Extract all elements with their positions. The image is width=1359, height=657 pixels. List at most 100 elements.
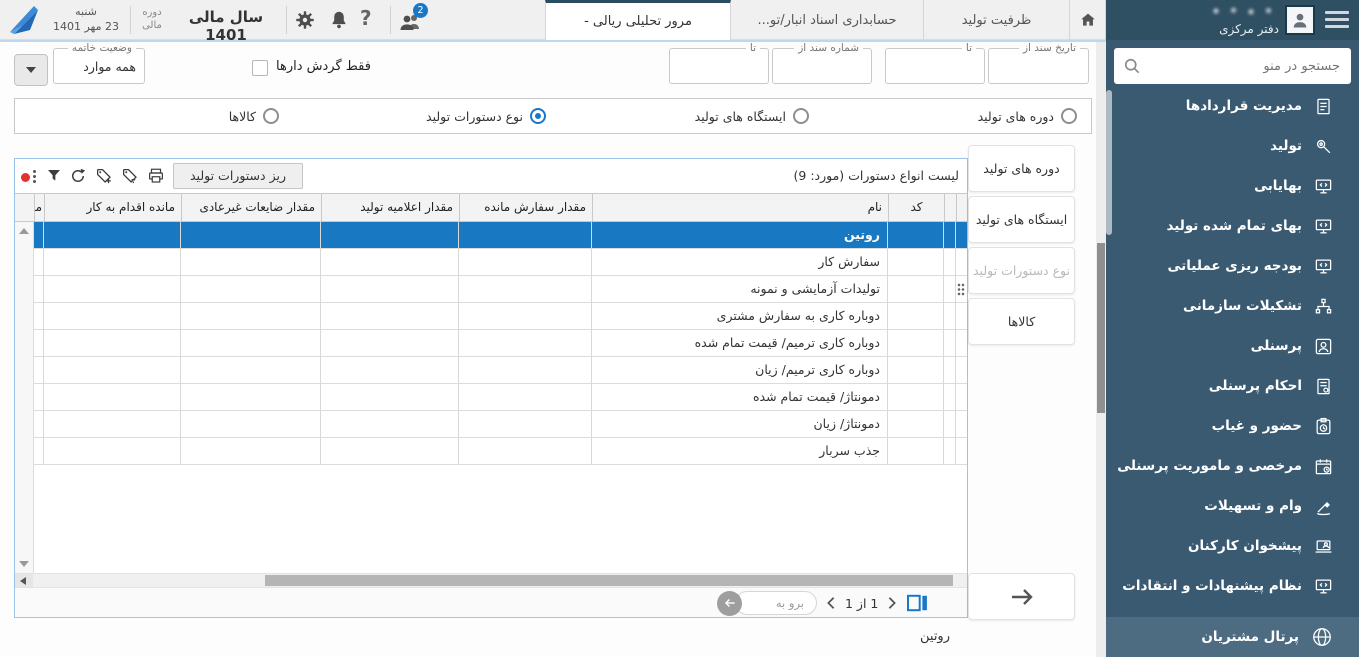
sidebar-item-suggestions-system[interactable]: نظام پیشنهادات و انتقادات <box>1106 566 1359 606</box>
table-row[interactable]: دمونتاژ/ زیان <box>34 411 967 438</box>
table-row[interactable]: دوباره کاری ترمیم/ زیان <box>34 357 967 384</box>
sidebar-item-leave-mission[interactable]: مرخصی و ماموریت پرسنلی <box>1106 446 1359 486</box>
page-info: 1 از 1 <box>845 596 878 611</box>
col-code[interactable]: کد <box>888 194 944 221</box>
chevron-down-icon <box>26 67 36 73</box>
current-date: شنبه 23 مهر 1401 <box>46 4 126 34</box>
sidebar-item-operational-budgeting[interactable]: بودجه ریزی عملیاتی <box>1106 246 1359 286</box>
sidebar-item-production-cost[interactable]: بهای تمام شده تولید <box>1106 206 1359 246</box>
col-name[interactable]: نام <box>592 194 888 221</box>
sidebar-item-employee-desk[interactable]: پیشخوان کارکنان <box>1106 526 1359 566</box>
status-select[interactable]: وضعیت خاتمه همه موارد <box>53 48 145 84</box>
tag-list-icon[interactable] <box>121 167 139 185</box>
doc-date-from-field[interactable]: تاریخ سند از <box>988 48 1089 84</box>
doc-number-to-field[interactable]: تا <box>669 48 769 84</box>
orders-panel: لیست انواع دستورات (مورد: 9) ریز دستورات… <box>14 158 968 618</box>
personnel-person-icon <box>1314 337 1333 356</box>
sidebar-item-customer-portal[interactable]: پرتال مشتریان <box>1106 617 1359 657</box>
scroll-up-icon[interactable] <box>19 228 29 234</box>
radio-goods[interactable]: کالاها <box>229 99 279 133</box>
costing-monitor-icon <box>1314 177 1333 196</box>
panel-toolbar: لیست انواع دستورات (مورد: 9) ریز دستورات… <box>15 159 967 193</box>
grid-vertical-scrollbar[interactable] <box>15 222 34 573</box>
scroll-left-button[interactable] <box>15 574 33 587</box>
doc-number-from-field[interactable]: شماره سند از <box>772 48 872 84</box>
tab-production-capacity[interactable]: ظرفیت تولید <box>924 0 1070 40</box>
goto-page-input[interactable]: برو به <box>735 591 817 615</box>
user-name-blurred <box>1209 7 1279 15</box>
previous-page-icon[interactable] <box>826 596 836 610</box>
next-page-icon[interactable] <box>887 596 897 610</box>
col-clipped[interactable]: مب <box>34 194 44 221</box>
table-row[interactable]: تولیدات آزمایشی و نمونه <box>34 276 967 303</box>
button-production-periods[interactable]: دوره های تولید <box>968 145 1075 192</box>
app-window: شنبه 23 مهر 1401 دوره مالی سال مالی 1401… <box>0 0 1359 657</box>
pagination-bar: برو به 1 از 1 <box>15 587 967 617</box>
content-scrollbar-thumb[interactable] <box>1097 243 1105 413</box>
arrow-left-icon <box>723 596 737 610</box>
office-name: دفتر مرکزی <box>1149 22 1279 36</box>
only-turnover-checkbox[interactable] <box>252 60 268 76</box>
col-remaining-order-qty[interactable]: مقدار سفارش مانده <box>459 194 592 221</box>
main-content: وضعیت خاتمه همه موارد فقط گردش دارها تار… <box>0 42 1106 657</box>
radio-production-order-types[interactable]: نوع دستورات تولید <box>426 99 546 133</box>
notifications-bell-icon[interactable] <box>328 9 350 31</box>
menu-search-input[interactable] <box>1114 48 1351 84</box>
tab-bar: مرور تحلیلی ریالی - حسابداری اسناد انبار… <box>545 0 1106 40</box>
table-row[interactable]: سفارش کار <box>34 249 967 276</box>
col-remaining-work-action[interactable]: مانده اقدام به کار <box>44 194 181 221</box>
print-icon[interactable] <box>147 167 165 185</box>
sidebar-menu: مدیریت قراردادها تولید بهایابی بهای تمام… <box>1106 86 1359 606</box>
table-row[interactable]: دوباره کاری ترمیم/ قیمت تمام شده <box>34 330 967 357</box>
fiscal-year: سال مالی 1401 <box>170 8 282 44</box>
scroll-down-icon[interactable] <box>19 561 29 567</box>
sidebar-item-costing[interactable]: بهایابی <box>1106 166 1359 206</box>
grid-body: روتین سفارش کار تولیدات آزمایشی و نمونه … <box>34 222 967 573</box>
radio-icon <box>530 108 546 124</box>
button-goods[interactable]: کالاها <box>968 298 1075 345</box>
refresh-icon[interactable] <box>69 167 87 185</box>
search-icon <box>1122 56 1142 76</box>
horizontal-scrollbar-thumb[interactable] <box>265 575 953 586</box>
table-row[interactable]: جذب سربار <box>34 438 967 465</box>
table-row[interactable]: روتین <box>34 222 967 249</box>
goto-page-button[interactable] <box>717 591 742 616</box>
button-production-order-types[interactable]: نوع دستورات تولید <box>968 247 1075 294</box>
button-production-stations[interactable]: ایستگاه های تولید <box>968 196 1075 243</box>
sidebar-item-personnel[interactable]: پرسنلی <box>1106 326 1359 366</box>
col-row-indicator <box>944 194 956 221</box>
tag-add-icon[interactable] <box>95 167 113 185</box>
sidebar-item-production[interactable]: تولید <box>1106 126 1359 166</box>
sidebar-item-loans-facilities[interactable]: وام و تسهیلات <box>1106 486 1359 526</box>
tab-warehouse-accounting[interactable]: حسابداری اسناد انبار/تو... <box>731 0 924 40</box>
grid-view-icon[interactable] <box>906 594 928 612</box>
table-row[interactable]: دوباره کاری به سفارش مشتری <box>34 303 967 330</box>
divider <box>130 6 131 34</box>
tab-analytical-review[interactable]: مرور تحلیلی ریالی - <box>545 0 731 40</box>
sidebar-item-attendance[interactable]: حضور و غیاب <box>1106 406 1359 446</box>
record-menu-icon[interactable] <box>21 169 39 185</box>
settings-gear-icon[interactable] <box>294 9 316 31</box>
radio-production-periods[interactable]: دوره های تولید <box>978 99 1077 133</box>
production-orders-detail-button[interactable]: ریز دستورات تولید <box>173 163 303 189</box>
row-drag-handle-icon[interactable] <box>957 283 965 296</box>
user-profile-button[interactable] <box>1285 5 1315 35</box>
col-abnormal-waste-qty[interactable]: مقدار ضایعات غیرعادی <box>181 194 321 221</box>
menu-hamburger-icon[interactable] <box>1325 11 1349 29</box>
sidebar-item-personnel-decrees[interactable]: احکام پرسنلی <box>1106 366 1359 406</box>
next-step-button[interactable] <box>968 573 1075 620</box>
grid-horizontal-scrollbar[interactable] <box>15 573 967 587</box>
table-row[interactable]: دمونتاژ/ قیمت تمام شده <box>34 384 967 411</box>
help-icon[interactable]: ? <box>360 6 372 30</box>
status-dropdown-button[interactable] <box>14 54 48 86</box>
sidebar-item-org-structure[interactable]: تشکیلات سازمانی <box>1106 286 1359 326</box>
doc-date-to-field[interactable]: تا <box>885 48 985 84</box>
radio-production-stations[interactable]: ایستگاه های تولید <box>695 99 809 133</box>
radio-icon <box>1061 108 1077 124</box>
filter-icon[interactable] <box>45 167 63 185</box>
col-production-declaration-qty[interactable]: مقدار اعلامیه تولید <box>321 194 459 221</box>
divider <box>286 6 287 34</box>
sidebar-item-contract-management[interactable]: مدیریت قراردادها <box>1106 86 1359 126</box>
employee-desk-icon <box>1314 537 1333 556</box>
tab-home[interactable] <box>1070 0 1106 40</box>
